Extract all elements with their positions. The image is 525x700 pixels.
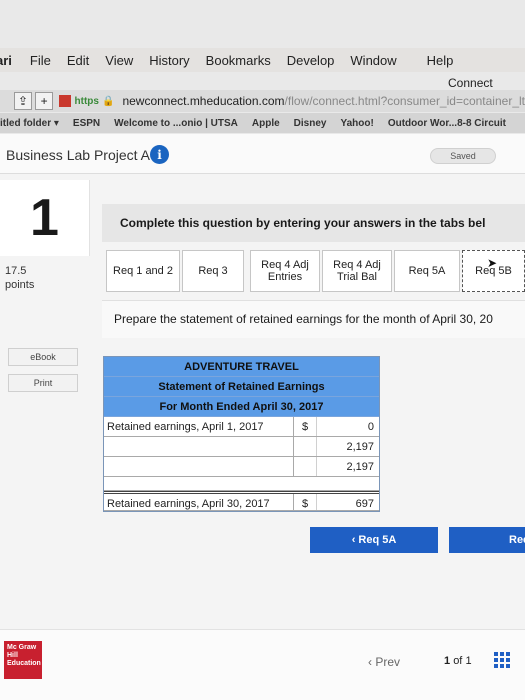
tab-label: Req 5A xyxy=(408,265,446,277)
ebook-button[interactable]: eBook xyxy=(8,348,78,366)
row-value-input[interactable]: 2,197 xyxy=(316,457,379,476)
share-icon[interactable]: ⇪ xyxy=(14,92,33,110)
prompt-text: Prepare the statement of retained earnin… xyxy=(114,312,493,326)
menu-edit[interactable]: Edit xyxy=(67,53,89,68)
next-req-button[interactable]: Rec xyxy=(449,527,525,553)
points-value: 17.5 xyxy=(5,265,27,277)
row-currency: $ xyxy=(301,498,309,510)
project-title: Business Lab Project A xyxy=(6,147,150,163)
menu-window[interactable]: Window xyxy=(350,53,396,68)
row-label-input[interactable] xyxy=(104,457,294,476)
row-label-input[interactable]: Retained earnings, April 1, 2017 xyxy=(104,417,294,436)
bookmarks-bar: itled folder ▾ ESPN Welcome to ...onio |… xyxy=(0,113,525,133)
tab-label: Req 3 xyxy=(198,265,228,277)
menu-view[interactable]: View xyxy=(105,53,133,68)
print-button[interactable]: Print xyxy=(8,374,78,392)
row-spacer xyxy=(104,477,379,491)
menu-help[interactable]: Help xyxy=(427,53,454,68)
menu-file[interactable]: File xyxy=(30,53,51,68)
tab-label: Req 1 and 2 xyxy=(113,265,173,277)
row-label-input[interactable] xyxy=(104,437,294,456)
menu-app[interactable]: ari xyxy=(0,53,12,68)
bookmark-disney[interactable]: Disney xyxy=(294,118,327,129)
menu-bookmarks[interactable]: Bookmarks xyxy=(206,53,271,68)
project-header: Business Lab Project A i Saved xyxy=(0,134,525,174)
info-icon[interactable]: i xyxy=(150,145,169,164)
statement-period: For Month Ended April 30, 2017 xyxy=(104,397,379,417)
bookmark-espn[interactable]: ESPN xyxy=(73,118,100,129)
tab-req-3[interactable]: Req 3 xyxy=(182,250,244,292)
prev-req-button[interactable]: ‹ Req 5A xyxy=(310,527,438,553)
bookmark-yahoo[interactable]: Yahoo! xyxy=(340,118,373,129)
mcgraw-hill-logo: Mc Graw Hill Education xyxy=(4,641,42,679)
page-of: of xyxy=(453,655,463,667)
row-currency xyxy=(294,457,316,476)
grid-menu-icon[interactable] xyxy=(494,652,510,668)
url-host: newconnect.mheducation.com xyxy=(122,94,285,108)
requirement-tabs: Req 1 and 2 Req 3 Req 4 Adj Entries Req … xyxy=(102,250,525,296)
footer-bar: Mc Graw Hill Education ‹ Prev 1 of 1 xyxy=(0,629,525,700)
tab-req-1-2[interactable]: Req 1 and 2 xyxy=(106,250,180,292)
table-row-total: Retained earnings, April 30, 2017 $ 697 xyxy=(104,491,379,511)
question-number-box: 1 xyxy=(0,180,90,256)
url-scheme: https xyxy=(74,95,99,107)
row-label-input[interactable]: Retained earnings, April 30, 2017 xyxy=(104,494,294,510)
row-value-input[interactable]: 697 xyxy=(316,494,379,510)
table-row: 2,197 xyxy=(104,437,379,457)
menu-history[interactable]: History xyxy=(149,53,189,68)
menu-bar: ari File Edit View History Bookmarks Dev… xyxy=(0,48,525,72)
new-tab-icon[interactable]: + xyxy=(35,92,54,110)
bookmark-outdoor[interactable]: Outdoor Wor...8-8 Circuit xyxy=(388,118,506,129)
tab-label: Req 4 Adj Trial Bal xyxy=(333,259,381,283)
question-number: 1 xyxy=(30,189,59,247)
bookmark-folder[interactable]: itled folder ▾ xyxy=(0,118,59,129)
tab-label: Req 4 Adj Entries xyxy=(261,259,309,283)
prev-button[interactable]: ‹ Prev xyxy=(368,655,400,669)
tab-req-4-adj-trial-bal[interactable]: Req 4 Adj Trial Bal xyxy=(322,250,392,292)
address-bar: ⇪ + https 🔒 newconnect.mheducation.com/f… xyxy=(0,90,525,112)
row-currency xyxy=(294,437,316,456)
points-block: 17.5 points xyxy=(5,264,34,292)
retained-earnings-statement: ADVENTURE TRAVEL Statement of Retained E… xyxy=(103,356,380,512)
prompt-band: Prepare the statement of retained earnin… xyxy=(102,300,525,338)
mouse-cursor-icon: ➤ xyxy=(487,256,498,270)
url-path: /flow/connect.html?consumer_id=container… xyxy=(284,94,525,108)
menu-develop[interactable]: Develop xyxy=(287,53,335,68)
page-content: Business Lab Project A i Saved 1 Complet… xyxy=(0,134,525,700)
page-current: 1 xyxy=(444,655,451,667)
bookmark-utsa[interactable]: Welcome to ...onio | UTSA xyxy=(114,118,238,129)
tab-req-5a[interactable]: Req 5A xyxy=(394,250,460,292)
page-indicator: 1 of 1 xyxy=(444,655,472,667)
window-title: Connect xyxy=(448,76,493,90)
favicon-icon xyxy=(59,95,71,107)
points-label: points xyxy=(5,279,35,291)
table-row: 2,197 xyxy=(104,457,379,477)
row-value-input[interactable]: 0 xyxy=(316,417,379,436)
lock-icon: 🔒 xyxy=(101,95,115,107)
table-row: Retained earnings, April 1, 2017 $ 0 xyxy=(104,417,379,437)
url-field[interactable]: newconnect.mheducation.com/flow/connect.… xyxy=(122,94,525,108)
instruction-text: Complete this question by entering your … xyxy=(120,216,486,230)
page-total: 1 xyxy=(465,655,472,667)
row-value-input[interactable]: 2,197 xyxy=(316,437,379,456)
tab-req-4-adj-entries[interactable]: Req 4 Adj Entries xyxy=(250,250,320,292)
instruction-band: Complete this question by entering your … xyxy=(102,204,525,242)
statement-title: Statement of Retained Earnings xyxy=(104,377,379,397)
statement-company: ADVENTURE TRAVEL xyxy=(104,357,379,377)
saved-badge: Saved xyxy=(430,148,496,164)
row-currency: $ xyxy=(301,421,309,433)
bookmark-apple[interactable]: Apple xyxy=(252,118,280,129)
